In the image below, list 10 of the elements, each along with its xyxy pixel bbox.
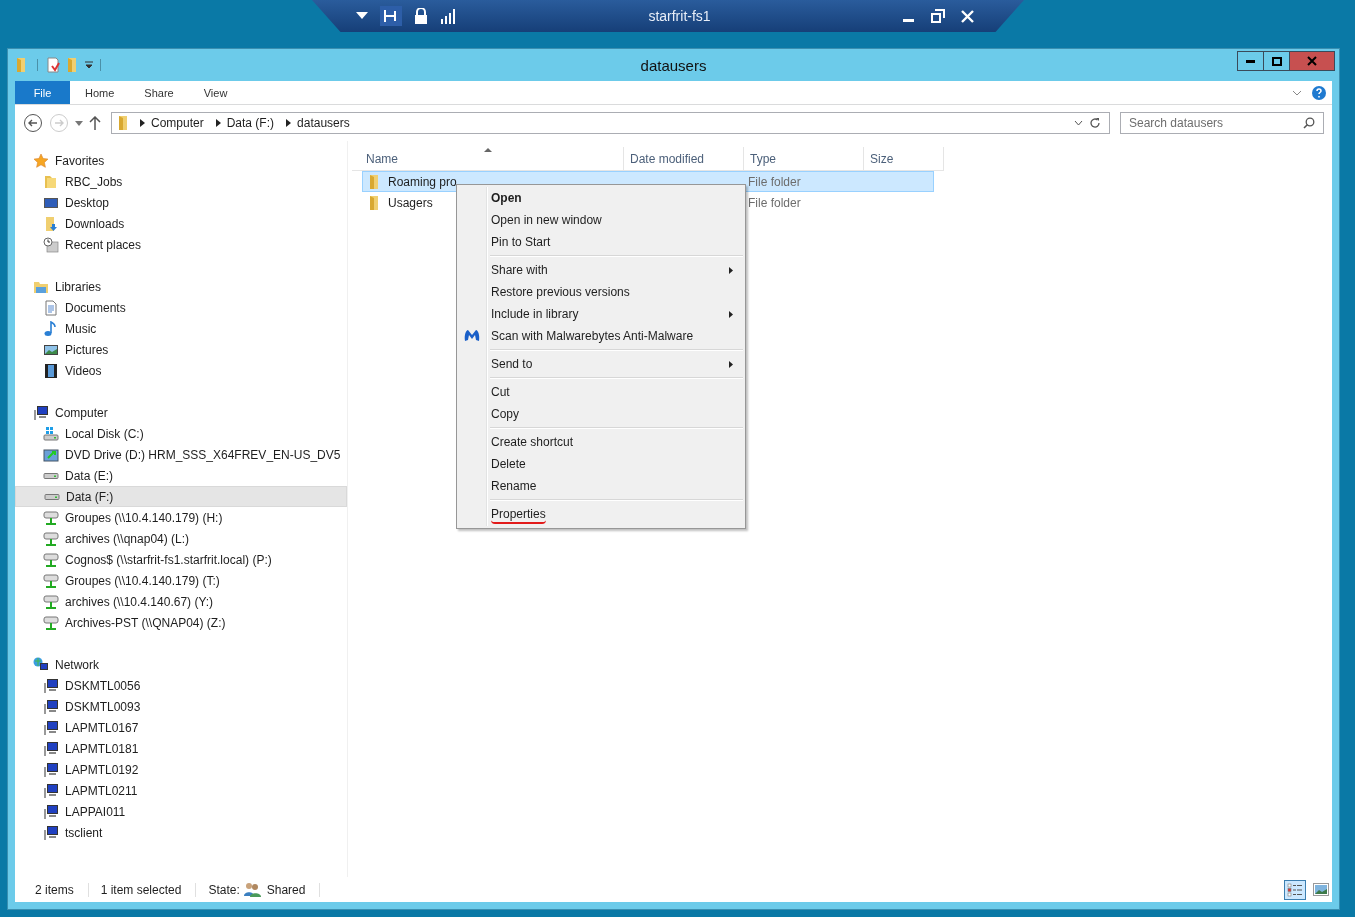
selection-count: 1 item selected	[99, 882, 183, 897]
item-count: 2 items	[34, 882, 75, 897]
state-value: Shared	[265, 882, 307, 897]
connection-title: starfrit-fs1	[647, 8, 712, 24]
file-name: Roaming pro	[388, 174, 457, 189]
window-title: datausers	[640, 56, 707, 74]
state-label: State:	[207, 882, 241, 897]
file-type: File folder	[748, 195, 801, 210]
file-name: Usagers	[388, 195, 433, 210]
file-type: File folder	[748, 174, 801, 189]
